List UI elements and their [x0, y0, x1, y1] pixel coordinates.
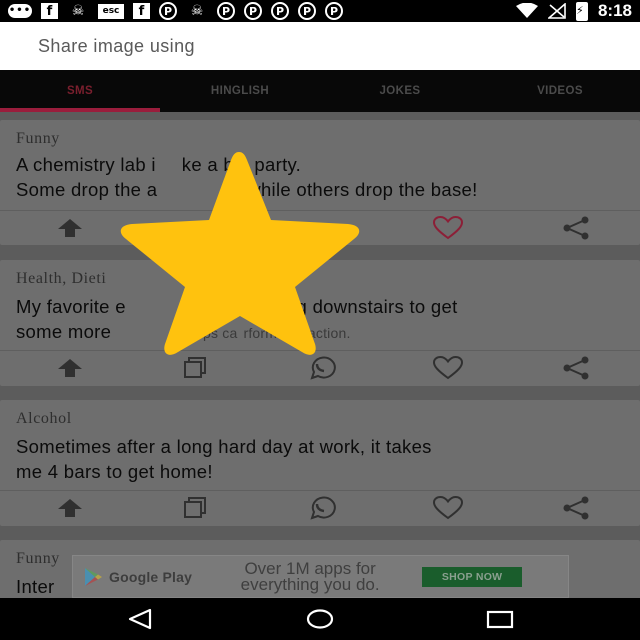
copy-button[interactable] [173, 491, 213, 525]
recents-icon [486, 610, 514, 629]
favorite-button[interactable] [428, 491, 468, 525]
home-button[interactable] [300, 604, 340, 634]
tab-hinglish[interactable]: HINGLISH [160, 70, 320, 112]
card-text-line: Inter [16, 576, 55, 597]
tab-sms[interactable]: SMS [0, 70, 160, 112]
google-play-icon [85, 567, 102, 586]
ad-brand: Google Play [109, 568, 193, 585]
home-icon [306, 609, 334, 629]
copy-icon [184, 357, 206, 378]
heart-icon [433, 496, 463, 520]
wifi-icon [515, 3, 538, 18]
status-bar: ••• f ☠ esc f P ☠ P P P P P 8:18 [0, 0, 640, 22]
upvote-button[interactable] [50, 211, 90, 245]
esc-icon: esc [98, 3, 124, 19]
pinterest-icon: P [244, 2, 262, 20]
notification-icons: ••• f ☠ esc f P ☠ P P P P P [8, 2, 343, 20]
card-text-line: My favorite e [16, 296, 126, 317]
card-category-text: Health, Dieti [16, 270, 107, 287]
pinterest-icon: P [217, 2, 235, 20]
card-category: Alcohol [16, 410, 72, 427]
no-signal-icon [547, 3, 566, 19]
whatsapp-icon [310, 496, 336, 520]
upvote-icon [58, 499, 82, 517]
pinterest-icon: P [298, 2, 316, 20]
share-title: Share image using [38, 35, 195, 56]
heart-icon [433, 216, 463, 240]
message-icon: ••• [8, 4, 32, 18]
back-icon [128, 608, 152, 630]
upvote-icon [58, 219, 82, 237]
card-text-line: Sometimes after a long hard day at work,… [16, 436, 432, 457]
shop-now-button[interactable]: SHOP NOW [422, 566, 523, 587]
card-text: Sometimes after a long hard day at work,… [16, 434, 624, 484]
share-icon [563, 216, 589, 240]
navigation-bar [0, 598, 640, 640]
pinterest-icon: P [271, 2, 289, 20]
facebook-icon: f [41, 3, 58, 19]
card-category: Funny [16, 130, 60, 147]
tab-jokes[interactable]: JOKES [320, 70, 480, 112]
card-category: Funny [16, 550, 60, 567]
cat-icon: ☠ [71, 3, 85, 19]
whatsapp-button[interactable] [301, 491, 341, 525]
battery-charging-icon [575, 1, 588, 21]
share-icon [563, 496, 589, 520]
ad-banner[interactable]: Google Play Over 1M apps for everything … [72, 555, 569, 598]
whatsapp-icon [310, 356, 336, 380]
share-button[interactable] [556, 351, 596, 385]
upvote-button[interactable] [50, 491, 90, 525]
clock: 8:18 [597, 1, 632, 20]
facebook-icon: f [133, 3, 150, 19]
card-text-line: me 4 bars to get home! [16, 461, 213, 482]
sms-card: Alcohol Sometimes after a long hard day … [0, 400, 640, 526]
pinterest-icon: P [159, 2, 177, 20]
star-icon[interactable] [112, 146, 368, 358]
back-button[interactable] [120, 604, 160, 634]
card-text-line: some more [16, 321, 112, 342]
cat-icon: ☠ [190, 3, 204, 19]
system-icons: 8:18 [515, 1, 632, 21]
pinterest-icon: P [325, 2, 343, 20]
share-button[interactable] [556, 211, 596, 245]
share-button[interactable] [556, 491, 596, 525]
favorite-button[interactable] [428, 211, 468, 245]
recents-button[interactable] [480, 604, 520, 634]
upvote-icon [58, 359, 82, 377]
ad-copy: Over 1M apps for everything you do. [210, 560, 410, 594]
tab-videos[interactable]: VIDEOS [480, 70, 640, 112]
tab-bar: SMS HINGLISH JOKES VIDEOS [0, 70, 640, 112]
ad-copy-line: everything you do. [240, 574, 380, 594]
share-sheet-header: Share image using [0, 22, 640, 70]
favorite-button[interactable] [428, 351, 468, 385]
share-icon [563, 356, 589, 380]
upvote-button[interactable] [50, 351, 90, 385]
card-actions [0, 491, 640, 525]
heart-icon [433, 356, 463, 380]
copy-icon [184, 497, 206, 518]
